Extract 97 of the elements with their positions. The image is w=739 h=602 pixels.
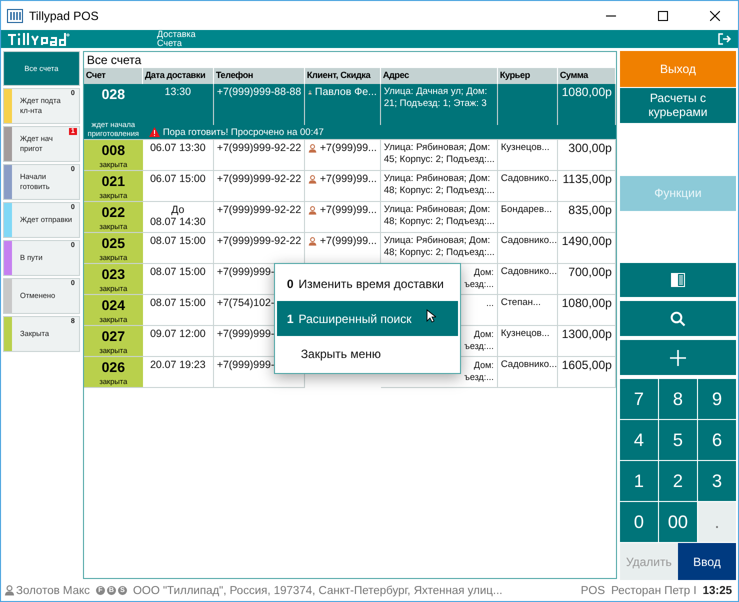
order-number: 008 bbox=[102, 142, 125, 158]
table-cell: 1080,00р bbox=[558, 84, 616, 125]
table-title: Все счета bbox=[86, 52, 142, 68]
user-name: Золотов Макс bbox=[16, 584, 90, 596]
table-cell: 835,00р bbox=[558, 202, 616, 233]
maximize-icon[interactable] bbox=[658, 10, 668, 20]
enter-button[interactable]: Ввод bbox=[678, 543, 736, 580]
warning-icon bbox=[148, 127, 160, 137]
person-icon bbox=[308, 142, 317, 154]
keypad-key[interactable]: 0 bbox=[620, 502, 658, 542]
table-cell: 300,00р bbox=[558, 140, 616, 171]
order-number: 023 bbox=[102, 266, 125, 282]
table-cell: Улица: Рябиновая; Дом: 48; Корпус: 2; Подъезд:... bbox=[380, 202, 498, 233]
table-cell: 06.07 15:00 bbox=[142, 171, 214, 202]
client-name: +7(999)99... bbox=[320, 142, 377, 154]
warning-text: Пора готовить! Просрочено на 00:47 bbox=[162, 126, 324, 138]
table-cell: Улица: Рябиновая; Дом: 48; Корпус: 2; Подъезд:... bbox=[380, 171, 498, 202]
subsection-title: Счета bbox=[157, 39, 182, 48]
table-cell: 1080,00р bbox=[558, 295, 616, 326]
person-icon bbox=[308, 236, 317, 246]
table-cell: 1300,00р bbox=[558, 326, 616, 357]
close-icon[interactable] bbox=[710, 10, 720, 20]
table-cell: 08.07 15:00 bbox=[142, 264, 214, 295]
table-cell: 13:30 bbox=[142, 84, 214, 125]
order-number: 021 bbox=[102, 173, 125, 189]
order-number: 024 bbox=[102, 297, 125, 313]
client-name: Павлов Фе... bbox=[314, 86, 377, 98]
order-number: 028 bbox=[102, 86, 125, 102]
keypad-key[interactable]: 9 bbox=[698, 379, 736, 420]
keypad-key[interactable]: 1 bbox=[620, 461, 658, 502]
table-cell: Улица: Рябиновая; Дом: 45; Корпус: 2; Подъезд:... bbox=[380, 140, 498, 171]
table-cell: 08.07 15:00 bbox=[142, 295, 214, 326]
order-number: 026 bbox=[102, 359, 125, 375]
table-cell: Садовнико... bbox=[498, 233, 558, 264]
table-cell: +7(999)999-92-22 bbox=[214, 202, 305, 233]
keypad-key[interactable]: 2 bbox=[658, 461, 697, 502]
search-icon bbox=[670, 310, 686, 327]
table-cell: +7(999)999-92-22 bbox=[214, 171, 305, 202]
table-cell: Степан... bbox=[498, 295, 558, 326]
order-number: 025 bbox=[102, 235, 125, 251]
keypad-key[interactable]: 5 bbox=[658, 420, 697, 460]
person-icon bbox=[4, 585, 15, 596]
tool-button[interactable] bbox=[620, 301, 736, 336]
window-title: Tillypad POS bbox=[29, 8, 100, 22]
client-name: +7(999)99... bbox=[320, 173, 377, 185]
table-cell: +7(999)999-88-88 bbox=[214, 84, 305, 125]
terminal-name: POS bbox=[580, 584, 606, 596]
table-cell: До 08.07 14:30 bbox=[142, 202, 214, 233]
tool-button[interactable] bbox=[620, 262, 736, 298]
table-cell: Улица: Дачная ул; Дом: 21; Подъезд: 1; Этаж: 3 bbox=[380, 84, 498, 125]
column-header[interactable]: Сумма bbox=[558, 68, 616, 84]
column-header[interactable]: Курьер bbox=[498, 68, 558, 84]
table-cell: 08.07 15:00 bbox=[142, 233, 214, 264]
person-icon bbox=[308, 204, 317, 216]
table-cell: Садовнико... bbox=[498, 171, 558, 202]
cursor-icon bbox=[426, 309, 436, 323]
table-cell: 09.07 12:00 bbox=[142, 326, 214, 357]
column-header[interactable]: Дата доставки bbox=[142, 68, 214, 84]
table-cell: +7(999)999-92-22 bbox=[214, 140, 305, 171]
plus-icon bbox=[670, 350, 686, 366]
keypad-key[interactable]: 00 bbox=[658, 502, 697, 542]
section-title: Доставка bbox=[157, 30, 197, 39]
company-address: ООО "Тиллипад", Россия, 197374, Санкт-Петербург, Яхтенная улиц... bbox=[132, 584, 502, 596]
column-header[interactable]: Клиент, Скидка bbox=[304, 68, 381, 84]
app-icon bbox=[7, 8, 23, 22]
client-name: +7(999)99... bbox=[320, 204, 377, 216]
client-name: +7(999)99... bbox=[320, 235, 377, 247]
keypad-key[interactable]: 8 bbox=[658, 379, 697, 420]
tool-button[interactable] bbox=[620, 340, 736, 376]
restaurant-name: Ресторан Петр I bbox=[611, 584, 697, 596]
clock: 13:25 bbox=[702, 584, 732, 596]
column-header[interactable]: Адрес bbox=[380, 68, 498, 84]
table-cell: 700,00р bbox=[558, 264, 616, 295]
table-cell: 1490,00р bbox=[558, 233, 616, 264]
table-cell: +7(999)999-92-22 bbox=[214, 233, 305, 264]
table-cell: Садовнико... bbox=[498, 264, 558, 295]
keypad-key[interactable]: 6 bbox=[698, 420, 736, 460]
column-header[interactable]: Телефон bbox=[214, 68, 305, 84]
table-cell: 1605,00р bbox=[558, 357, 616, 388]
order-number: 022 bbox=[102, 204, 125, 220]
table-cell: Кузнецов... bbox=[498, 326, 558, 357]
keypad-key[interactable]: 4 bbox=[620, 420, 658, 460]
table-cell: 1135,00р bbox=[558, 171, 616, 202]
menu-item[interactable]: 1 Расширенный поиск bbox=[276, 301, 458, 336]
person-icon bbox=[308, 174, 317, 184]
table-cell: 06.07 13:30 bbox=[142, 140, 214, 171]
keypad-key[interactable]: 3 bbox=[698, 461, 736, 502]
table-cell: Бондарев... bbox=[498, 202, 558, 233]
keypad-key[interactable]: 7 bbox=[620, 379, 658, 420]
table-cell: Садовнико... bbox=[498, 357, 558, 388]
table-cell: 20.07 19:23 bbox=[142, 357, 214, 388]
table-cell: Кузнецов... bbox=[498, 140, 558, 171]
book-icon bbox=[670, 272, 686, 288]
logout-icon[interactable] bbox=[718, 33, 732, 45]
column-header[interactable]: Счет bbox=[84, 68, 143, 84]
order-number: 027 bbox=[102, 328, 125, 344]
action-button[interactable]: Расчеты с курьерами bbox=[620, 88, 736, 123]
